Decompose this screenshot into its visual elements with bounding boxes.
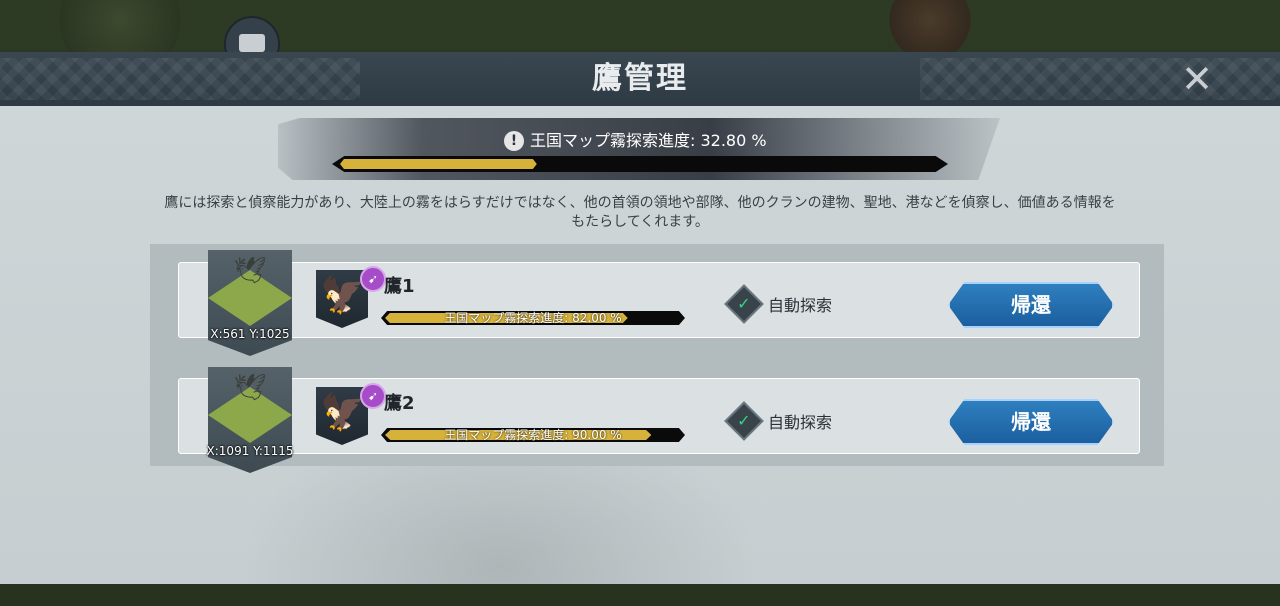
return-button[interactable]: 帰還 bbox=[948, 399, 1114, 445]
window-title: 鷹管理 bbox=[592, 61, 688, 96]
level-badge-icon: ➹ bbox=[360, 266, 386, 292]
eagle-portrait-icon: 🦅 bbox=[320, 392, 365, 433]
hawk-name: 鷹2 bbox=[384, 393, 415, 414]
scroll-icon bbox=[239, 34, 265, 52]
hawk-progress-bar: 王国マップ霧探索進度: 82.00 % bbox=[381, 311, 685, 325]
hawk-coords: X:561 Y:1025 bbox=[210, 327, 290, 341]
auto-explore-label: 自動探索 bbox=[768, 413, 833, 432]
info-icon[interactable]: ! bbox=[504, 131, 524, 151]
kingdom-progress-fill bbox=[340, 159, 537, 169]
check-icon: ✓ bbox=[724, 284, 764, 324]
hawk-description: 鷹には探索と偵察能力があり、大陸上の霧をはらすだけではなく、他の首領の領地や部隊… bbox=[164, 195, 1116, 230]
kingdom-progress-label-container: ! 王国マップ霧探索進度: 32.80 % bbox=[504, 128, 767, 154]
hawk-name: 鷹1 bbox=[384, 276, 415, 297]
hawk-location-tile[interactable]: 🕊 X:1091 Y:1115 bbox=[207, 367, 293, 473]
hawk-coords: X:1091 Y:1115 bbox=[206, 444, 294, 458]
kingdom-progress-label: 王国マップ霧探索進度: 32.80 % bbox=[530, 131, 767, 150]
hawk-progress-bar: 王国マップ霧探索進度: 90.00 % bbox=[381, 428, 685, 442]
auto-explore-toggle[interactable]: ✓ 自動探索 bbox=[724, 284, 833, 324]
bird-icon: 🕊 bbox=[233, 256, 267, 286]
bottom-map-strip bbox=[0, 584, 1280, 606]
hawk-progress-label: 王国マップ霧探索進度: 82.00 % bbox=[444, 311, 622, 325]
level-badge-icon: ➹ bbox=[360, 383, 386, 409]
bird-icon: 🕊 bbox=[233, 373, 267, 403]
return-button[interactable]: 帰還 bbox=[948, 282, 1114, 328]
auto-explore-label: 自動探索 bbox=[768, 296, 833, 315]
close-button[interactable]: ✕ bbox=[1178, 60, 1216, 98]
close-icon: ✕ bbox=[1181, 57, 1213, 101]
hawk-location-tile[interactable]: 🕊 X:561 Y:1025 bbox=[208, 250, 292, 356]
kingdom-progress-bar bbox=[332, 156, 948, 172]
auto-explore-toggle[interactable]: ✓ 自動探索 bbox=[724, 401, 833, 441]
hawk-progress-label: 王国マップ霧探索進度: 90.00 % bbox=[444, 428, 622, 442]
eagle-portrait-icon: 🦅 bbox=[320, 275, 365, 316]
check-icon: ✓ bbox=[724, 401, 764, 441]
